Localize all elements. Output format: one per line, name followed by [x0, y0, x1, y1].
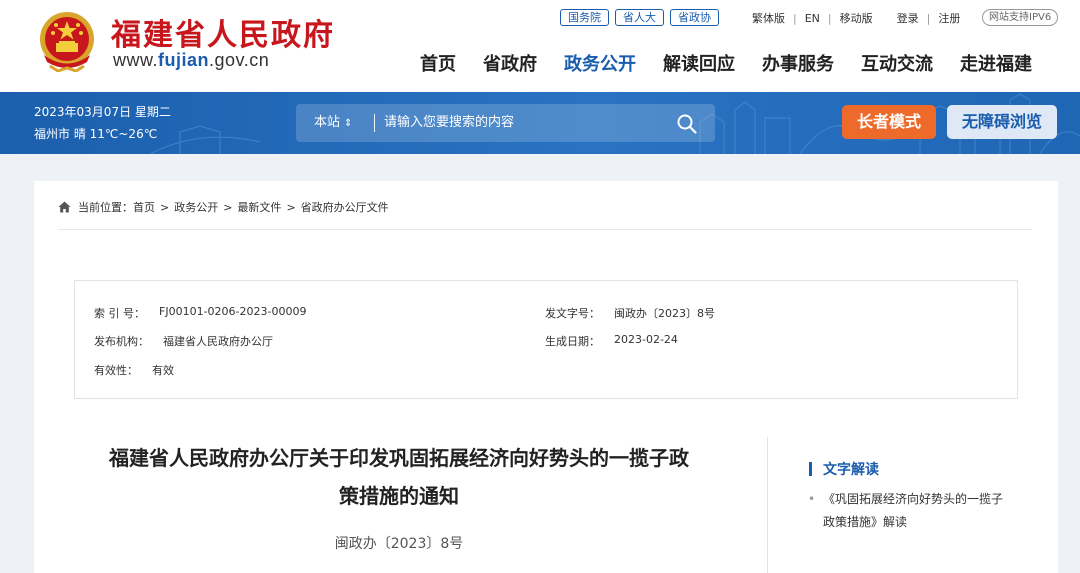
meta-date-value: 2023-02-24: [614, 333, 678, 346]
nav-provincial-government[interactable]: 省政府: [483, 50, 537, 76]
content-card: 当前位置： 首页 > 政务公开 > 最新文件 > 省政府办公厅文件 索 引 号：…: [34, 181, 1058, 573]
breadcrumb-government-affairs[interactable]: 政务公开: [174, 199, 218, 215]
sidebar-title-text: 文字解读: [823, 462, 879, 478]
current-date: 2023年03月07日 星期二: [34, 105, 171, 119]
elder-mode-button[interactable]: 长者模式: [842, 105, 936, 139]
breadcrumb-latest-documents[interactable]: 最新文件: [237, 199, 281, 215]
search-divider: [374, 114, 375, 132]
ipv6-badge: 网站支持IPV6: [982, 9, 1059, 26]
breadcrumb-divider: [58, 229, 1032, 230]
breadcrumb-home[interactable]: 首页: [133, 199, 155, 215]
meta-date-row: 生成日期： 2023-02-24: [545, 333, 678, 349]
breadcrumb-office-documents[interactable]: 省政府办公厅文件: [301, 199, 389, 215]
search-box: 本站 ⇕: [296, 104, 715, 142]
nav-home[interactable]: 首页: [420, 50, 456, 76]
breadcrumb-separator: >: [286, 200, 296, 214]
gov-links: 国务院 省人大 省政协: [560, 9, 719, 26]
meta-issuer-value: 福建省人民政府办公厅: [163, 335, 273, 348]
article-title-line-1: 福建省人民政府办公厅关于印发巩固拓展经济向好势头的一揽子政: [109, 446, 689, 470]
nav-interpretation[interactable]: 解读回应: [663, 50, 735, 76]
breadcrumb: 当前位置： 首页 > 政务公开 > 最新文件 > 省政府办公厅文件: [58, 199, 389, 215]
main-nav: 首页 省政府 政务公开 解读回应 办事服务 互动交流 走进福建: [420, 50, 1032, 76]
breadcrumb-prefix: 当前位置：: [78, 201, 133, 214]
article-title-line-2: 策措施的通知: [339, 484, 459, 508]
article-title: 福建省人民政府办公厅关于印发巩固拓展经济向好势头的一揽子政 策措施的通知: [74, 439, 724, 515]
meta-index-row: 索 引 号： FJ00101-0206-2023-00009: [94, 305, 306, 321]
mobile-link[interactable]: 移动版: [840, 10, 873, 26]
document-meta-box: 索 引 号： FJ00101-0206-2023-00009 发文字号： 闽政办…: [74, 280, 1018, 399]
nav-services[interactable]: 办事服务: [762, 50, 834, 76]
national-emblem-icon[interactable]: [38, 10, 96, 72]
site-name[interactable]: 福建省人民政府: [111, 10, 335, 54]
site-url[interactable]: www.fujian.gov.cn: [113, 50, 269, 71]
separator: |: [793, 11, 797, 25]
gov-link-provincial-cppcc[interactable]: 省政协: [670, 9, 719, 26]
sidebar-item-line-2: 政策措施》解读: [823, 515, 908, 529]
weather-info: 福州市 晴 11℃~26℃: [34, 127, 158, 141]
register-link[interactable]: 注册: [938, 10, 960, 26]
breadcrumb-separator: >: [223, 200, 233, 214]
search-scope-select[interactable]: 本站 ⇕: [314, 104, 352, 142]
nav-about-fujian[interactable]: 走进福建: [960, 50, 1032, 76]
sidebar-title: 文字解读: [809, 459, 879, 479]
site-url-prefix: www.: [113, 50, 159, 70]
search-scope-label: 本站: [314, 115, 341, 130]
meta-issuer-row: 发布机构： 福建省人民政府办公厅: [94, 333, 273, 349]
nav-interaction[interactable]: 互动交流: [861, 50, 933, 76]
top-links: 繁体版 | EN | 移动版 登录 | 注册: [752, 10, 960, 26]
traditional-chinese-link[interactable]: 繁体版: [752, 10, 785, 26]
gov-link-state-council[interactable]: 国务院: [560, 9, 609, 26]
meta-doc-no-label: 发文字号：: [545, 307, 600, 320]
separator: |: [926, 11, 931, 25]
bullet-icon: •: [808, 492, 816, 506]
gov-link-provincial-congress[interactable]: 省人大: [615, 9, 664, 26]
meta-validity-value: 有效: [152, 364, 174, 377]
english-link[interactable]: EN: [805, 12, 820, 25]
meta-doc-no-value: 闽政办〔2023〕8号: [614, 307, 715, 320]
home-icon: [58, 201, 71, 213]
meta-date-label: 生成日期：: [545, 335, 600, 348]
sidebar-interpretation-link[interactable]: • 《巩固拓展经济向好势头的一揽子 政策措施》解读: [806, 488, 1021, 534]
search-input[interactable]: [384, 104, 664, 142]
site-url-suffix: .gov.cn: [209, 50, 270, 70]
blue-banner: 2023年03月07日 星期二 福州市 晴 11℃~26℃ 本站⇕ 长者模式 无…: [0, 92, 1080, 154]
meta-doc-no-row: 发文字号： 闽政办〔2023〕8号: [545, 305, 715, 321]
breadcrumb-separator: >: [160, 200, 170, 214]
login-link[interactable]: 登录: [897, 10, 919, 26]
meta-validity-label: 有效性：: [94, 364, 138, 377]
accessibility-button[interactable]: 无障碍浏览: [947, 105, 1057, 139]
meta-issuer-label: 发布机构：: [94, 335, 149, 348]
site-url-highlight: fujian: [158, 50, 210, 70]
article-doc-number: 闽政办〔2023〕8号: [334, 536, 464, 552]
sidebar-title-bar: [809, 462, 812, 476]
sidebar-item-line-1: 《巩固拓展经济向好势头的一揽子: [823, 492, 1004, 506]
meta-index-label: 索 引 号：: [94, 307, 145, 320]
meta-validity-row: 有效性： 有效: [94, 362, 174, 378]
meta-index-value: FJ00101-0206-2023-00009: [159, 305, 307, 318]
nav-government-affairs[interactable]: 政务公开: [564, 50, 636, 76]
column-divider: [767, 437, 768, 573]
site-header: 福建省人民政府 www.fujian.gov.cn 国务院 省人大 省政协 繁体…: [0, 0, 1080, 92]
separator: |: [827, 11, 832, 25]
search-icon[interactable]: [676, 113, 698, 135]
sort-arrows-icon: ⇕: [344, 118, 353, 129]
